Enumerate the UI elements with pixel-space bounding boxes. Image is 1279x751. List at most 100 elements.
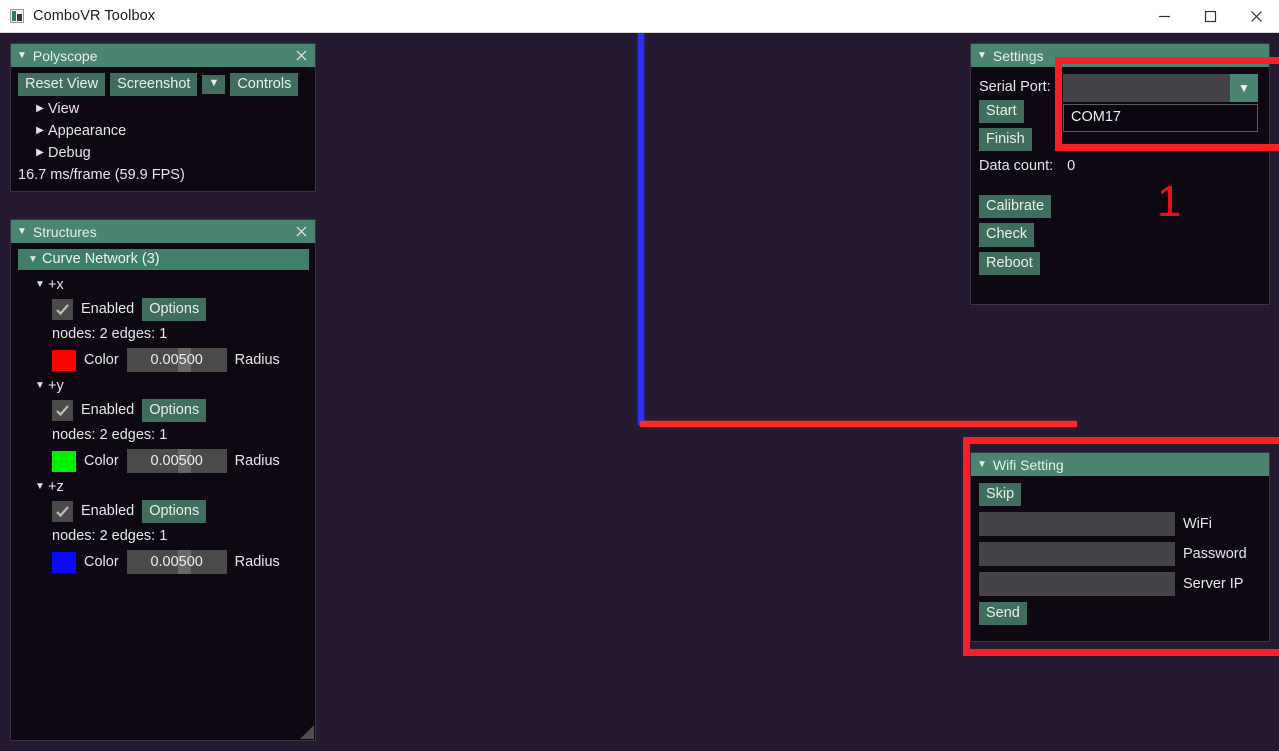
resize-grip[interactable] [300, 725, 314, 739]
close-icon [1250, 10, 1262, 22]
x-axis-line [640, 421, 1077, 427]
radius-label: Radius [234, 452, 280, 469]
structures-panel-body: ▼ Curve Network (3) ▼ +x Enabled Options… [11, 243, 315, 583]
wifi-server-ip-field[interactable] [979, 572, 1175, 597]
radius-label: Radius [234, 351, 280, 368]
send-button[interactable]: Send [979, 602, 1027, 626]
radius-drag-field[interactable]: 0.00500 [126, 449, 227, 474]
structure-color-radius-row: Color 0.00500 Radius [18, 449, 309, 474]
structure-item-y[interactable]: ▼ +y [18, 375, 309, 397]
chevron-down-icon[interactable]: ▼ [1230, 74, 1258, 102]
app-icon [10, 9, 24, 23]
collapse-caret-icon[interactable]: ▼ [32, 476, 48, 498]
expand-caret-icon[interactable]: ▶ [32, 142, 48, 164]
collapse-caret-icon[interactable]: ▼ [32, 375, 48, 397]
structure-item-x[interactable]: ▼ +x [18, 274, 309, 296]
structure-enabled-row: Enabled Options [18, 500, 309, 524]
check-icon [56, 506, 69, 518]
wifi-server-ip-row: Server IP [979, 572, 1261, 597]
structures-panel-title: Structures [32, 223, 97, 240]
check-icon [56, 405, 69, 417]
collapse-caret-icon[interactable]: ▼ [977, 459, 987, 470]
settings-panel-header[interactable]: ▼ Settings [971, 44, 1269, 67]
maximize-button[interactable] [1187, 0, 1233, 32]
polyscope-panel-title: Polyscope [32, 47, 98, 64]
radius-value: 0.00500 [150, 352, 203, 369]
structure-enabled-row: Enabled Options [18, 399, 309, 423]
wifi-password-label: Password [1183, 545, 1247, 562]
reset-view-button[interactable]: Reset View [18, 73, 106, 97]
radius-drag-field[interactable]: 0.00500 [126, 348, 227, 373]
z-axis-line [638, 33, 644, 425]
collapse-caret-icon[interactable]: ▼ [17, 226, 27, 237]
collapse-caret-icon[interactable]: ▼ [17, 50, 27, 61]
finish-button[interactable]: Finish [979, 128, 1032, 152]
skip-button[interactable]: Skip [979, 483, 1022, 507]
expand-caret-icon[interactable]: ▶ [32, 120, 48, 142]
window-titlebar: ComboVR Toolbox [0, 0, 1279, 33]
structures-panel-header[interactable]: ▼ Structures [11, 220, 315, 243]
serial-port-dropdown-popup[interactable]: COM17 [1063, 104, 1258, 132]
minimize-button[interactable] [1141, 0, 1187, 32]
curve-network-group-header[interactable]: ▼ Curve Network (3) [18, 249, 309, 270]
data-count-label: Data count: [979, 158, 1054, 175]
enabled-label: Enabled [81, 402, 135, 419]
color-swatch[interactable] [52, 349, 76, 371]
options-button[interactable]: Options [142, 500, 207, 524]
close-icon[interactable] [294, 48, 309, 63]
wifi-ssid-field[interactable] [979, 512, 1175, 537]
serial-port-option-com17[interactable]: COM17 [1064, 108, 1257, 127]
wifi-setting-panel-header[interactable]: ▼ Wifi Setting [971, 453, 1269, 476]
screenshot-button[interactable]: Screenshot [110, 73, 198, 97]
tree-item-label: View [48, 101, 80, 118]
collapse-caret-icon[interactable]: ▼ [24, 254, 42, 265]
wifi-ssid-row: WiFi [979, 512, 1261, 537]
structure-name-label: +x [48, 277, 64, 293]
wifi-server-ip-label: Server IP [1183, 575, 1244, 592]
polyscope-panel-header[interactable]: ▼ Polyscope [11, 44, 315, 67]
tree-item-debug[interactable]: ▶ Debug [18, 142, 308, 164]
check-button[interactable]: Check [979, 223, 1035, 247]
calibrate-button[interactable]: Calibrate [979, 195, 1052, 219]
expand-caret-icon[interactable]: ▶ [32, 98, 48, 120]
color-label: Color [84, 452, 119, 469]
structure-item-z[interactable]: ▼ +z [18, 476, 309, 498]
enabled-checkbox[interactable] [52, 501, 73, 523]
structure-stats: nodes: 2 edges: 1 [52, 427, 168, 444]
structure-enabled-row: Enabled Options [18, 298, 309, 322]
color-swatch[interactable] [52, 551, 76, 573]
enabled-checkbox[interactable] [52, 400, 73, 422]
polyscope-panel[interactable]: ▼ Polyscope Reset View Screenshot ▼ Cont… [10, 43, 316, 193]
polyscope-panel-body: Reset View Screenshot ▼ Controls ▶ View … [11, 67, 315, 191]
color-swatch[interactable] [52, 450, 76, 472]
maximize-icon [1204, 10, 1216, 22]
radius-drag-field[interactable]: 0.00500 [126, 550, 227, 575]
collapse-caret-icon[interactable]: ▼ [977, 50, 987, 61]
color-label: Color [84, 351, 119, 368]
options-button[interactable]: Options [142, 399, 207, 423]
serial-port-combo[interactable]: ▼ [1063, 74, 1258, 102]
close-button[interactable] [1233, 0, 1279, 32]
reboot-button[interactable]: Reboot [979, 251, 1040, 275]
options-button[interactable]: Options [142, 298, 207, 322]
structure-name-label: +y [48, 378, 64, 395]
tree-item-appearance[interactable]: ▶ Appearance [18, 120, 308, 142]
wifi-password-field[interactable] [979, 542, 1175, 567]
start-button[interactable]: Start [979, 100, 1024, 124]
structure-name-label: +z [48, 479, 64, 496]
polyscope-toolbar: Reset View Screenshot ▼ Controls [18, 73, 308, 97]
structure-color-radius-row: Color 0.00500 Radius [18, 348, 309, 373]
wifi-setting-panel-body: Skip WiFi Password Server IP Send [971, 476, 1269, 633]
collapse-caret-icon[interactable]: ▼ [32, 274, 48, 296]
tree-item-view[interactable]: ▶ View [18, 98, 308, 120]
tree-item-label: Appearance [48, 123, 127, 140]
close-icon[interactable] [294, 224, 309, 239]
settings-panel-title: Settings [992, 47, 1044, 64]
screenshot-options-caret-button[interactable]: ▼ [202, 75, 226, 94]
wifi-setting-panel[interactable]: ▼ Wifi Setting Skip WiFi Password Server… [970, 452, 1270, 642]
controls-button[interactable]: Controls [230, 73, 299, 97]
structures-panel[interactable]: ▼ Structures ▼ Curve Network (3) ▼ +x En… [10, 219, 316, 741]
enabled-checkbox[interactable] [52, 299, 73, 321]
curve-network-group-label: Curve Network (3) [42, 251, 160, 267]
wifi-setting-panel-title: Wifi Setting [992, 456, 1064, 473]
